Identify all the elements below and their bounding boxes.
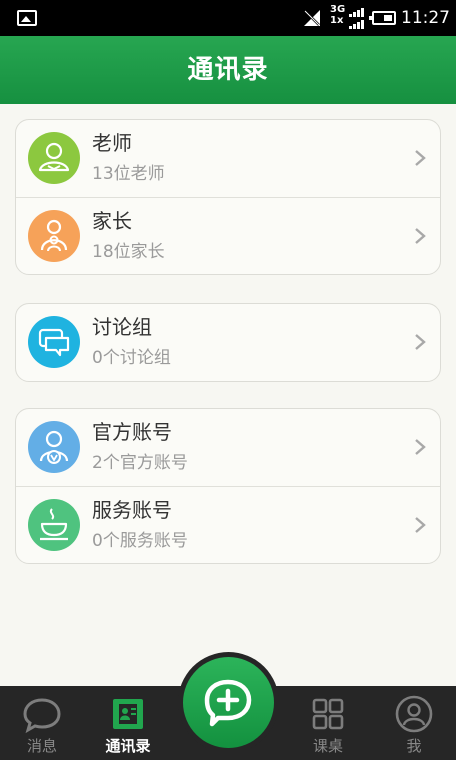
tab-label: 消息: [26, 737, 57, 755]
tab-messages[interactable]: 消息: [0, 686, 84, 760]
network-1x-label: 1x: [330, 15, 344, 26]
chevron-right-icon: [415, 228, 426, 244]
add-chat-icon: [204, 679, 252, 727]
service-account-icon: [28, 499, 80, 551]
item-title: 官方账号: [92, 420, 172, 444]
network-3g-label: 3G: [330, 4, 346, 15]
item-title: 家长: [92, 209, 132, 233]
item-count: 0个讨论组: [92, 348, 171, 368]
tab-me[interactable]: 我: [372, 686, 456, 760]
tab-contacts[interactable]: 通讯录: [86, 686, 170, 760]
item-title: 老师: [92, 131, 132, 155]
item-count: 0个服务账号: [92, 531, 188, 551]
battery-icon: [369, 11, 396, 25]
tab-label: 我: [406, 737, 422, 755]
desk-grid-icon: [312, 698, 344, 730]
status-bar: 3G 1x 11:27: [0, 0, 456, 36]
clock: 11:27: [401, 8, 450, 28]
list-item-official-accounts[interactable]: 官方账号 2个官方账号: [16, 409, 440, 486]
contacts-icon: [113, 699, 143, 729]
new-chat-button-face: [183, 657, 274, 748]
chevron-right-icon: [415, 334, 426, 350]
item-count: 2个官方账号: [92, 453, 188, 473]
network-type: 3G 1x: [330, 4, 345, 26]
list-item-discussion-groups[interactable]: 讨论组 0个讨论组: [16, 304, 440, 381]
contacts-group-accounts: 官方账号 2个官方账号 服务账号 0个服务账号: [15, 408, 441, 564]
list-item-teachers[interactable]: 老师 13位老师: [16, 120, 440, 197]
item-title: 服务账号: [92, 498, 172, 522]
header: 通讯录: [0, 36, 456, 104]
contacts-group-people: 老师 13位老师 家长 18位家长: [15, 119, 441, 275]
new-chat-button[interactable]: [178, 652, 279, 753]
list-item-parents[interactable]: 家长 18位家长: [16, 197, 440, 274]
tab-label: 通讯录: [105, 737, 151, 755]
message-icon: [23, 698, 61, 734]
list-item-service-accounts[interactable]: 服务账号 0个服务账号: [16, 486, 440, 563]
signal-off-icon: [304, 10, 320, 26]
chevron-right-icon: [415, 439, 426, 455]
picture-icon: [17, 10, 37, 26]
official-account-icon: [28, 421, 80, 473]
teacher-icon: [28, 132, 80, 184]
chat-group-icon: [28, 316, 80, 368]
contacts-group-discussions: 讨论组 0个讨论组: [15, 303, 441, 382]
item-count: 13位老师: [92, 164, 165, 184]
page-title: 通讯录: [187, 55, 269, 85]
signal-bars-icon: [349, 8, 364, 29]
tab-desk[interactable]: 课桌: [286, 686, 370, 760]
chevron-right-icon: [415, 150, 426, 166]
chevron-right-icon: [415, 517, 426, 533]
profile-icon: [395, 695, 433, 733]
item-count: 18位家长: [92, 242, 165, 262]
item-title: 讨论组: [92, 315, 152, 339]
parent-icon: [28, 210, 80, 262]
tab-label: 课桌: [312, 737, 343, 755]
